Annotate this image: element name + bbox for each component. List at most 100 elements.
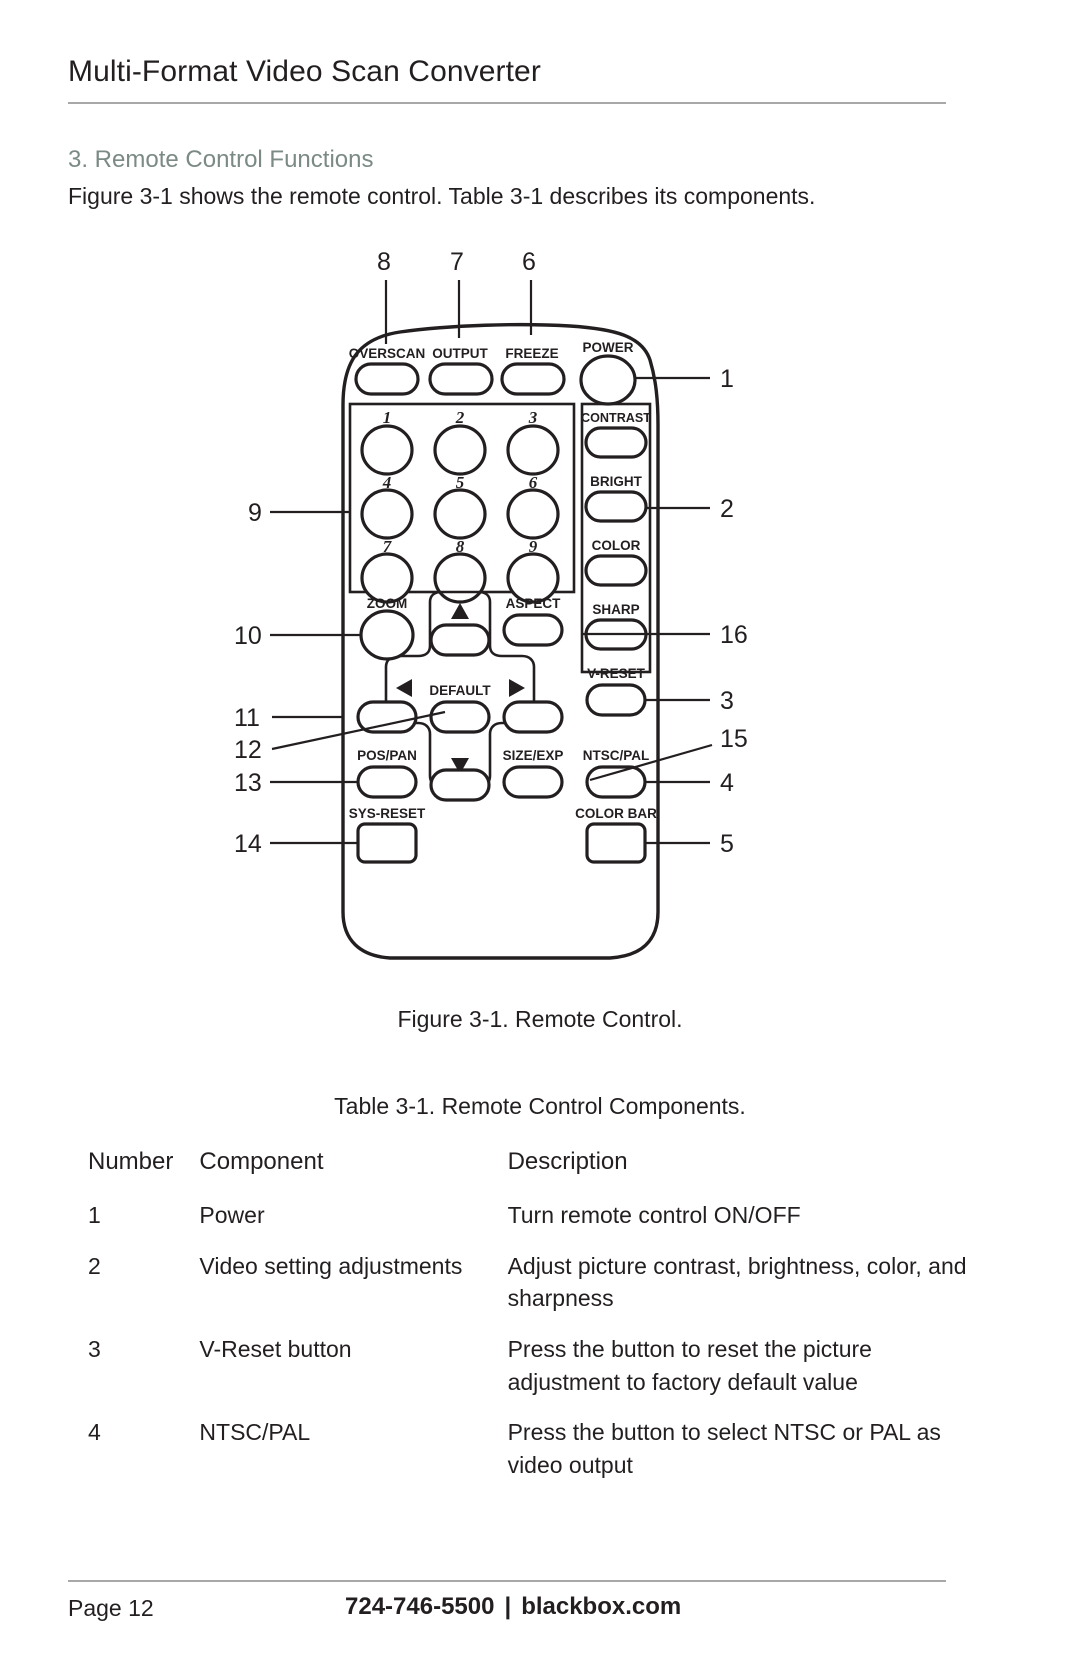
color-bar-button: [585, 822, 647, 864]
ntsc-pal-label: NTSC/PAL: [583, 748, 650, 763]
footer-contact: 724-746-5500 | blackbox.com: [345, 1593, 681, 1621]
callout-13: 13: [234, 769, 262, 797]
callout-8: 8: [377, 248, 391, 276]
callout-numbers-right: 1 2 16 3 15 4 5: [720, 365, 748, 858]
header-divider: [68, 102, 946, 104]
keypad-button-2: [433, 424, 487, 476]
remote-control-figure: OVERSCAN OUTPUT FREEZE POWER 1 2 3 4 5 6…: [210, 240, 770, 1000]
callout-3: 3: [720, 687, 734, 715]
keypad-button-9: [506, 552, 560, 604]
table-row: 3 V-Reset button Press the button to res…: [88, 1324, 968, 1407]
column-header-component: Component: [199, 1148, 324, 1175]
video-adjust-buttons: CONTRAST BRIGHT COLOR SHARP: [581, 411, 651, 651]
bright-label: BRIGHT: [590, 474, 642, 489]
keypad-num-1: 1: [383, 408, 392, 427]
size-exp-button: [502, 765, 564, 799]
table-row: 4 NTSC/PAL Press the button to select NT…: [88, 1407, 968, 1490]
keypad-button-3: [506, 424, 560, 476]
table-row: 2 Video setting adjustments Adjust pictu…: [88, 1241, 968, 1324]
color-label: COLOR: [592, 538, 641, 553]
numeric-keypad: 1 2 3 4 5 6 7 8 9: [360, 408, 560, 604]
callout-9: 9: [248, 499, 262, 527]
top-row-buttons: OVERSCAN OUTPUT FREEZE POWER: [349, 340, 637, 406]
column-header-description: Description: [507, 1148, 628, 1175]
callout-7: 7: [450, 248, 464, 276]
remote-components-table: Number Component Description 1 Power Tur…: [88, 1140, 968, 1491]
cell-component: V-Reset button: [199, 1335, 352, 1362]
aspect-button: [502, 613, 564, 647]
overscan-button: [354, 362, 420, 396]
aspect-label: ASPECT: [506, 596, 562, 611]
keypad-num-3: 3: [528, 408, 538, 427]
sys-reset-label: SYS-RESET: [349, 806, 426, 821]
color-button: [584, 554, 648, 587]
callout-11: 11: [234, 704, 260, 732]
left-arrow-icon: [396, 679, 412, 697]
right-arrow-icon: [509, 679, 525, 697]
footer-website: blackbox.com: [521, 1593, 682, 1620]
cell-component: Power: [199, 1202, 265, 1228]
keypad-button-5: [433, 488, 487, 540]
power-button: [579, 354, 637, 406]
dpad-up-button: [429, 623, 491, 657]
cell-description: Press the button to reset the picture ad…: [507, 1335, 872, 1395]
keypad-button-6: [506, 488, 560, 540]
v-reset-label: V-RESET: [587, 666, 646, 681]
dpad-down-button: [429, 768, 491, 802]
cell-description: Adjust picture contrast, brightness, col…: [507, 1252, 967, 1312]
footer-phone: 724-746-5500: [345, 1593, 495, 1620]
dpad-right-button: [502, 700, 564, 734]
callout-leader-lines-top: [384, 280, 533, 344]
keypad-num-2: 2: [455, 408, 465, 427]
cell-description: Press the button to select NTSC or PAL a…: [507, 1419, 941, 1478]
callout-5: 5: [720, 830, 734, 858]
output-label: OUTPUT: [432, 346, 488, 361]
sys-reset-button: [356, 822, 418, 864]
table-row: 1 Power Turn remote control ON/OFF: [88, 1190, 968, 1241]
contrast-button: [584, 426, 648, 459]
callout-1: 1: [720, 365, 734, 393]
zoom-label: ZOOM: [367, 596, 408, 611]
footer-divider: [68, 1580, 946, 1582]
table-caption: Table 3-1. Remote Control Components.: [334, 1093, 746, 1119]
color-bar-label: COLOR BAR: [575, 806, 657, 821]
power-label: POWER: [582, 340, 633, 355]
freeze-label: FREEZE: [505, 346, 558, 361]
section-heading: 3. Remote Control Functions: [68, 146, 374, 173]
pos-pan-label: POS/PAN: [357, 748, 417, 763]
column-header-number: Number: [88, 1148, 174, 1175]
section-intro-paragraph: Figure 3-1 shows the remote control. Tab…: [68, 183, 816, 209]
cell-number: 1: [88, 1202, 101, 1228]
freeze-button: [500, 362, 566, 396]
keypad-button-7: [360, 552, 414, 604]
cell-number: 3: [88, 1335, 101, 1362]
cell-number: 4: [88, 1419, 101, 1446]
keypad-button-8: [433, 552, 487, 604]
callout-4: 4: [720, 769, 734, 797]
cell-number: 2: [88, 1252, 101, 1279]
keypad-button-1: [360, 424, 414, 476]
callout-10: 10: [234, 622, 262, 650]
callout-leader-lines-left: [270, 510, 446, 845]
cell-description: Turn remote control ON/OFF: [507, 1202, 801, 1228]
callout-numbers-top: 8 7 6: [377, 248, 536, 276]
callout-16: 16: [720, 621, 748, 649]
cell-component: Video setting adjustments: [199, 1252, 463, 1279]
dpad-left-button: [356, 700, 418, 734]
figure-caption: Figure 3-1. Remote Control.: [397, 1006, 683, 1032]
footer-page-number: Page 12: [68, 1595, 154, 1621]
v-reset-button: [585, 683, 647, 717]
pos-pan-button: [356, 765, 418, 799]
output-button: [428, 362, 494, 396]
sharp-label: SHARP: [592, 602, 639, 617]
callout-numbers-left: 9 10 11 12 13 14: [234, 499, 262, 858]
size-exp-label: SIZE/EXP: [503, 748, 564, 763]
table-header-row: Number Component Description: [88, 1140, 968, 1190]
up-arrow-icon: [451, 603, 469, 619]
page-title: Multi-Format Video Scan Converter: [68, 55, 541, 88]
document-page: Multi-Format Video Scan Converter 3. Rem…: [0, 0, 1080, 1669]
footer-separator: |: [504, 1593, 512, 1620]
dpad-default-button: [429, 700, 491, 734]
keypad-button-4: [360, 488, 414, 540]
default-label: DEFAULT: [429, 683, 491, 698]
